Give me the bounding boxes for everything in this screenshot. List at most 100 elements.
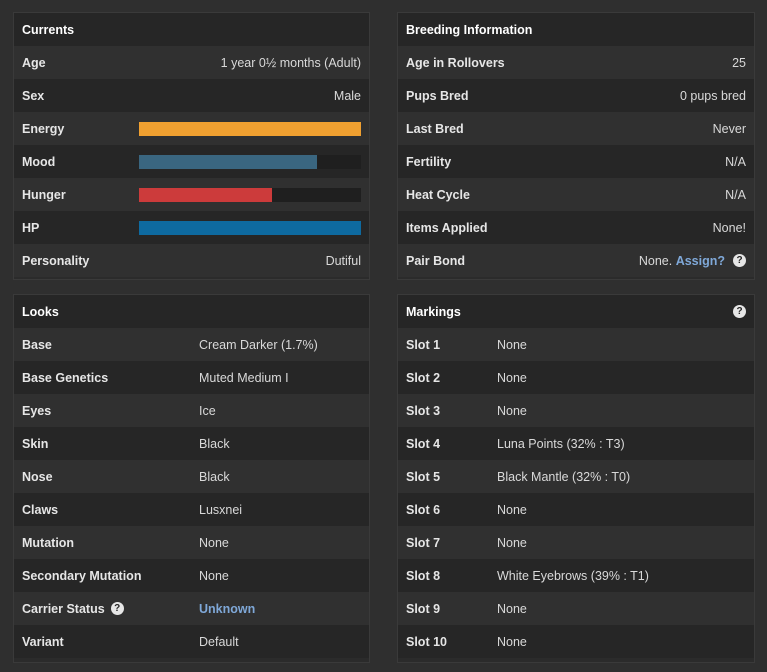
pair-bond-row: Pair Bond None. Assign? ? xyxy=(398,244,754,277)
looks-panel: Looks Base Cream Darker (1.7%) Base Gene… xyxy=(13,294,370,663)
energy-row: Energy xyxy=(14,112,369,145)
marking-slot-row: Slot 9 None xyxy=(398,592,754,625)
marking-slot-label: Slot 3 xyxy=(406,403,441,418)
assign-pair-bond-link[interactable]: Assign? xyxy=(676,254,725,268)
breeding-row-label: Pups Bred xyxy=(406,88,469,103)
looks-row-label: Base xyxy=(22,337,52,352)
looks-row-value: Muted Medium I xyxy=(199,370,289,385)
looks-row-value: Black xyxy=(199,436,230,451)
hunger-row: Hunger xyxy=(14,178,369,211)
marking-slot-label: Slot 9 xyxy=(406,601,441,616)
marking-slot-row: Slot 10 None xyxy=(398,625,754,658)
breeding-row: Pups Bred 0 pups bred xyxy=(398,79,754,112)
looks-row-label: Eyes xyxy=(22,403,52,418)
marking-slot-row: Slot 2 None xyxy=(398,361,754,394)
breeding-header: Breeding Information xyxy=(398,13,754,46)
marking-slot-value: None xyxy=(497,370,527,385)
looks-title: Looks xyxy=(22,304,59,319)
looks-row-value: Ice xyxy=(199,403,216,418)
currents-header: Currents xyxy=(14,13,369,46)
hp-row: HP xyxy=(14,211,369,244)
looks-row: Claws Lusxnei xyxy=(14,493,369,526)
breeding-row-value: None! xyxy=(712,220,746,235)
looks-row-label: Mutation xyxy=(22,535,75,550)
breeding-row: Age in Rollovers 25 xyxy=(398,46,754,79)
hunger-bar-fill xyxy=(139,187,273,202)
marking-slot-value: None xyxy=(497,337,527,352)
looks-row: Skin Black xyxy=(14,427,369,460)
looks-row-label: Claws xyxy=(22,502,59,517)
breeding-row-label: Fertility xyxy=(406,154,452,169)
marking-slot-label: Slot 8 xyxy=(406,568,441,583)
help-icon[interactable]: ? xyxy=(733,254,746,267)
personality-label: Personality xyxy=(22,253,90,268)
variant-value: Default xyxy=(199,634,239,649)
markings-header: Markings ? xyxy=(398,295,754,328)
looks-row-label: Nose xyxy=(22,469,53,484)
personality-value: Dutiful xyxy=(325,253,361,268)
markings-title: Markings xyxy=(406,304,461,319)
hunger-bar xyxy=(139,187,361,202)
looks-header: Looks xyxy=(14,295,369,328)
looks-row: Eyes Ice xyxy=(14,394,369,427)
breeding-panel: Breeding Information Age in Rollovers 25… xyxy=(397,12,755,280)
marking-slot-label: Slot 1 xyxy=(406,337,441,352)
marking-slot-label: Slot 7 xyxy=(406,535,441,550)
hp-label: HP xyxy=(22,220,40,235)
breeding-row: Last Bred Never xyxy=(398,112,754,145)
looks-row-label: Base Genetics xyxy=(22,370,109,385)
age-row: Age 1 year 0½ months (Adult) xyxy=(14,46,369,79)
looks-row: Mutation None xyxy=(14,526,369,559)
marking-slot-value: None xyxy=(497,535,527,550)
breeding-row-label: Last Bred xyxy=(406,121,464,136)
breeding-row: Fertility N/A xyxy=(398,145,754,178)
looks-row-value: None xyxy=(199,568,229,583)
looks-row: Nose Black xyxy=(14,460,369,493)
marking-slot-row: Slot 5 Black Mantle (32% : T0) xyxy=(398,460,754,493)
marking-slot-value: White Eyebrows (39% : T1) xyxy=(497,568,649,583)
marking-slot-label: Slot 4 xyxy=(406,436,441,451)
variant-label: Variant xyxy=(22,634,64,649)
carrier-status-label: Carrier Status xyxy=(22,601,105,616)
marking-slot-row: Slot 6 None xyxy=(398,493,754,526)
currents-panel: Currents Age 1 year 0½ months (Adult) Se… xyxy=(13,12,370,280)
marking-slot-value: Black Mantle (32% : T0) xyxy=(497,469,631,484)
age-label: Age xyxy=(22,55,46,70)
looks-row-value: Cream Darker (1.7%) xyxy=(199,337,318,352)
looks-row: Base Genetics Muted Medium I xyxy=(14,361,369,394)
breeding-row-label: Age in Rollovers xyxy=(406,55,505,70)
help-icon[interactable]: ? xyxy=(733,305,746,318)
help-icon[interactable]: ? xyxy=(110,602,124,615)
mood-row: Mood xyxy=(14,145,369,178)
breeding-row-value: N/A xyxy=(725,187,746,202)
breeding-row-label: Heat Cycle xyxy=(406,187,470,202)
energy-bar xyxy=(139,121,361,136)
marking-slot-value: None xyxy=(497,403,527,418)
markings-panel: Markings ? Slot 1 None Slot 2 None Slot … xyxy=(397,294,755,663)
marking-slot-value: None xyxy=(497,502,527,517)
marking-slot-label: Slot 5 xyxy=(406,469,441,484)
looks-row-label: Skin xyxy=(22,436,49,451)
hunger-label: Hunger xyxy=(22,187,66,202)
breeding-row: Items Applied None! xyxy=(398,211,754,244)
sex-row: Sex Male xyxy=(14,79,369,112)
mood-label: Mood xyxy=(22,154,56,169)
marking-slot-row: Slot 4 Luna Points (32% : T3) xyxy=(398,427,754,460)
age-value: 1 year 0½ months (Adult) xyxy=(220,55,361,70)
looks-row-value: None xyxy=(199,535,229,550)
marking-slot-label: Slot 2 xyxy=(406,370,441,385)
carrier-status-label-group: Carrier Status ? xyxy=(22,602,199,616)
marking-slot-label: Slot 10 xyxy=(406,634,447,649)
marking-slot-value: Luna Points (32% : T3) xyxy=(497,436,625,451)
pair-bond-value-group: None. Assign? ? xyxy=(639,254,746,268)
marking-slot-label: Slot 6 xyxy=(406,502,441,517)
breeding-row-value: Never xyxy=(712,121,746,136)
marking-slot-row: Slot 7 None xyxy=(398,526,754,559)
carrier-status-link[interactable]: Unknown xyxy=(199,602,255,616)
carrier-status-row: Carrier Status ? Unknown xyxy=(14,592,369,625)
breeding-row-label: Items Applied xyxy=(406,220,488,235)
marking-slot-row: Slot 1 None xyxy=(398,328,754,361)
sex-value: Male xyxy=(333,88,361,103)
marking-slot-value: None xyxy=(497,601,527,616)
hp-bar xyxy=(139,220,361,235)
